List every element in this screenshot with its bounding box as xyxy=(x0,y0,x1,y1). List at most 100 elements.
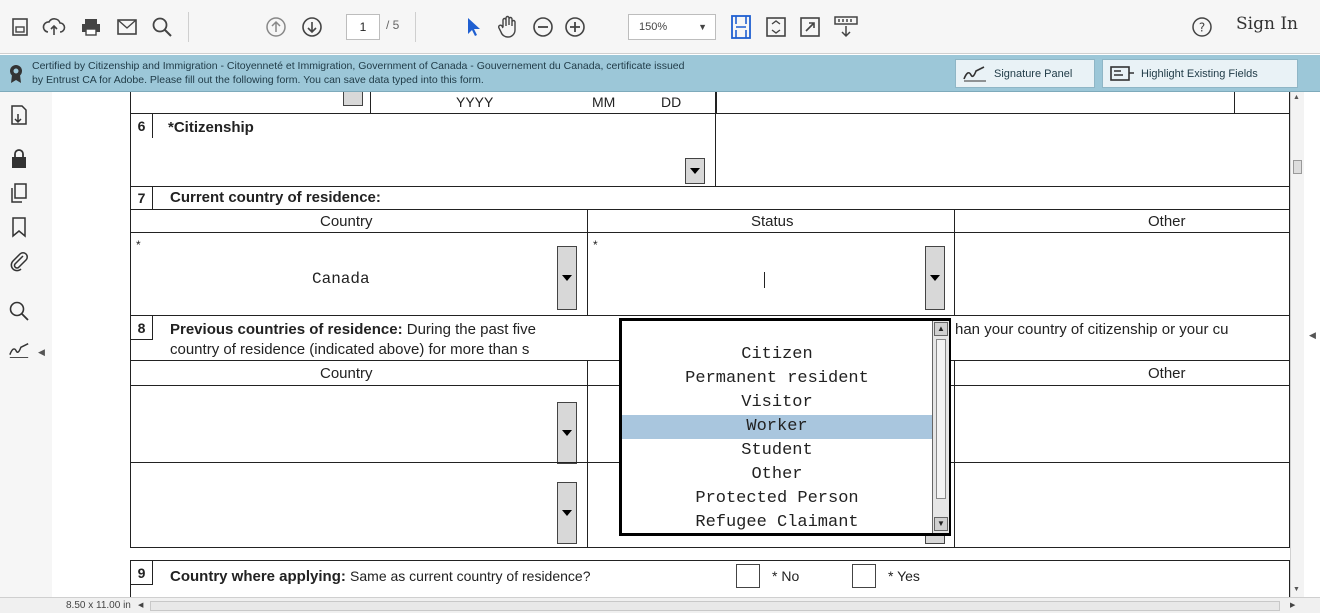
scroll-left-icon[interactable]: ◀ xyxy=(138,601,143,609)
zoom-in-icon[interactable] xyxy=(561,13,589,41)
question-number: 8 xyxy=(131,316,153,340)
status-options: Citizen Permanent resident Visitor Worke… xyxy=(622,321,932,533)
certificate-message-line: Certified by Citizenship and Immigration… xyxy=(32,60,685,72)
previous-country-dropdown-button[interactable] xyxy=(557,402,577,464)
previous-residence-text: During the past five xyxy=(406,321,536,338)
date-picker-button[interactable] xyxy=(343,92,363,106)
question-number: 6 xyxy=(131,114,153,138)
collapse-panel-arrow-icon[interactable]: ◀ xyxy=(38,347,45,358)
status-option-student[interactable]: Student xyxy=(622,439,932,463)
horizontal-scrollbar[interactable] xyxy=(150,601,1280,611)
residence-other-cell[interactable] xyxy=(954,232,1290,316)
scroll-up-icon[interactable]: ▲ xyxy=(1293,94,1300,101)
page-total: / 5 xyxy=(386,18,400,32)
required-asterisk: * xyxy=(593,238,598,252)
sign-in-link[interactable]: Sign In xyxy=(1236,14,1298,34)
column-header-cell xyxy=(954,360,1290,386)
previous-country-cell xyxy=(130,385,588,463)
signature-panel-button[interactable]: Signature Panel xyxy=(955,59,1095,88)
page-size-label: 8.50 x 11.00 in xyxy=(66,600,131,611)
scroll-down-icon[interactable]: ▼ xyxy=(1293,586,1300,593)
previous-page-icon[interactable] xyxy=(262,13,290,41)
help-icon[interactable]: ? xyxy=(1188,13,1216,41)
column-header-cell xyxy=(954,209,1290,233)
residence-status-cell xyxy=(587,232,955,316)
date-right-cell xyxy=(716,92,1290,114)
left-navigation-rail: ◀ xyxy=(0,92,52,600)
previous-other-cell[interactable] xyxy=(954,385,1290,463)
full-screen-icon[interactable] xyxy=(796,13,824,41)
divider xyxy=(370,92,371,114)
zoom-level-select[interactable]: 150% ▼ xyxy=(628,14,716,40)
pages-icon[interactable] xyxy=(8,182,30,204)
fit-width-icon[interactable] xyxy=(762,13,790,41)
fit-page-icon[interactable] xyxy=(727,13,755,41)
search-icon[interactable] xyxy=(148,13,176,41)
status-option-citizen[interactable]: Citizen xyxy=(622,343,932,367)
country-applying-question: Same as current country of residence? xyxy=(350,568,591,584)
search-icon[interactable] xyxy=(8,300,30,322)
question-number: 7 xyxy=(131,187,153,209)
email-icon[interactable] xyxy=(113,13,141,41)
yes-checkbox[interactable] xyxy=(852,564,876,588)
read-mode-icon[interactable] xyxy=(832,13,860,41)
status-bar: 8.50 x 11.00 in ◀ ▶ xyxy=(0,597,1320,613)
date-year-label: YYYY xyxy=(456,94,494,110)
highlight-fields-button[interactable]: Highlight Existing Fields xyxy=(1102,59,1298,88)
export-pdf-icon[interactable] xyxy=(8,104,30,126)
scroll-thumb[interactable] xyxy=(1293,160,1302,174)
lock-icon[interactable] xyxy=(8,148,30,170)
citizenship-dropdown-button[interactable] xyxy=(685,158,705,184)
previous-country-dropdown-button[interactable] xyxy=(557,482,577,544)
signature-icon[interactable] xyxy=(8,340,30,362)
country-applying-title: Country where applying: xyxy=(170,568,346,585)
zoom-out-icon[interactable] xyxy=(529,13,557,41)
dropdown-scrollbar[interactable]: ▲ ▼ xyxy=(932,321,949,533)
bookmark-icon[interactable] xyxy=(8,216,30,238)
residence-country-value[interactable]: Canada xyxy=(312,270,370,288)
column-header-country: Country xyxy=(320,213,373,230)
print-icon[interactable] xyxy=(77,13,105,41)
main-toolbar: 1 / 5 150% ▼ ? Sign In xyxy=(0,0,1320,54)
residence-country-dropdown-button[interactable] xyxy=(557,246,577,310)
next-page-icon[interactable] xyxy=(298,13,326,41)
svg-text:?: ? xyxy=(1199,21,1205,35)
column-header-status: Status xyxy=(751,213,794,230)
status-option-visitor[interactable]: Visitor xyxy=(622,391,932,415)
save-file-icon[interactable] xyxy=(6,13,34,41)
select-arrow-icon[interactable] xyxy=(460,13,488,41)
hand-tool-icon[interactable] xyxy=(494,13,522,41)
status-option-refugee-claimant[interactable]: Refugee Claimant xyxy=(622,511,932,535)
upload-cloud-icon[interactable] xyxy=(40,13,68,41)
column-header-other: Other xyxy=(1148,213,1186,230)
residence-status-dropdown-button[interactable] xyxy=(925,246,945,310)
expand-panel-arrow-icon[interactable]: ◀ xyxy=(1309,330,1316,341)
previous-residence-text-continued: han your country of citizenship or your … xyxy=(955,321,1229,338)
date-day-label: DD xyxy=(661,94,682,110)
previous-residence-title: Previous countries of residence: xyxy=(170,321,403,338)
required-asterisk: * xyxy=(136,238,141,252)
date-month-label: MM xyxy=(592,94,616,110)
previous-residence-label: Previous countries of residence: During … xyxy=(170,321,536,338)
document-vertical-scrollbar[interactable]: ▲ ▼ xyxy=(1290,92,1304,600)
scroll-right-icon[interactable]: ▶ xyxy=(1290,601,1295,609)
scroll-thumb[interactable] xyxy=(936,339,946,499)
citizenship-label: *Citizenship xyxy=(168,119,254,136)
scroll-down-icon[interactable]: ▼ xyxy=(934,517,948,531)
page-number-input[interactable]: 1 xyxy=(346,14,380,40)
previous-residence-text-line2: country of residence (indicated above) f… xyxy=(170,341,530,358)
toolbar-divider xyxy=(188,12,189,42)
status-option-other[interactable]: Other xyxy=(622,463,932,487)
signature-pen-icon xyxy=(963,65,986,81)
scroll-up-icon[interactable]: ▲ xyxy=(934,322,948,336)
status-option-protected-person[interactable]: Protected Person xyxy=(622,487,932,511)
chevron-down-icon: ▼ xyxy=(698,22,707,32)
status-option-worker[interactable]: Worker xyxy=(622,415,932,439)
certificate-message-line: by Entrust CA for Adobe. Please fill out… xyxy=(32,74,484,86)
citizenship-right-cell xyxy=(716,113,1290,187)
no-checkbox[interactable] xyxy=(736,564,760,588)
previous-other-cell[interactable] xyxy=(954,462,1290,548)
status-option-permanent-resident[interactable]: Permanent resident xyxy=(622,367,932,391)
attachment-icon[interactable] xyxy=(8,250,30,272)
zoom-level-value: 150% xyxy=(639,21,668,33)
